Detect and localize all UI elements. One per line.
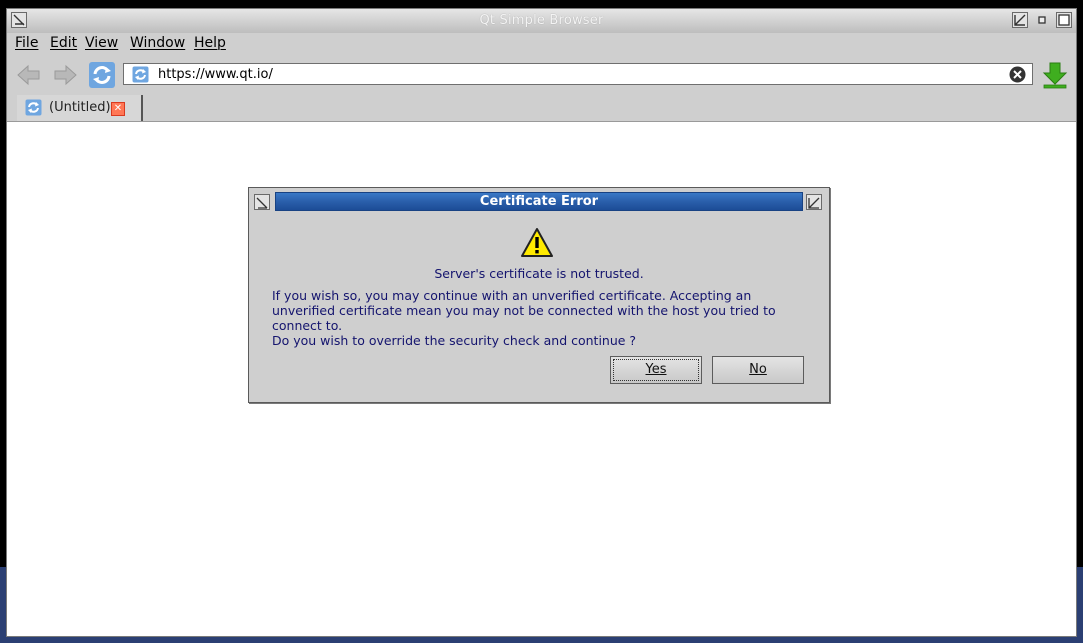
minimize-button[interactable] [1034,12,1050,28]
menu-file[interactable]: File [15,35,38,51]
menu-view[interactable]: View [85,35,118,51]
dialog-heading: Server's certificate is not trusted. [434,266,644,281]
window-titlebar[interactable]: Qt Simple Browser [7,9,1076,34]
back-arrow-icon[interactable] [15,61,43,89]
window-title: Qt Simple Browser [479,13,604,28]
warning-icon [521,228,553,257]
dialog-body-text: If you wish so, you may continue with an… [272,288,776,333]
menu-window[interactable]: Window [130,35,185,51]
dialog-title: Certificate Error [275,192,803,211]
tab-strip: (Untitled) ✕ [7,93,1076,122]
dialog-titlebar[interactable]: Certificate Error [249,188,829,214]
tab-close-icon[interactable]: ✕ [111,102,125,116]
page-reload-icon [132,66,149,83]
clear-url-icon[interactable] [1009,66,1026,83]
dialog-menu-icon [256,197,268,209]
reload-icon[interactable] [88,61,116,89]
no-button[interactable]: No [712,356,804,384]
maximize-button[interactable] [1056,12,1072,28]
menu-edit[interactable]: Edit [50,35,77,51]
yes-button-label: Yes [645,362,667,377]
dialog-menu-button[interactable] [254,194,270,210]
menubar: File Edit View Window Help [7,33,1076,55]
dialog-shade-button[interactable] [806,194,822,210]
navigation-toolbar: https://www.qt.io/ [7,57,1076,91]
shade-icon [1014,14,1026,26]
menu-help[interactable]: Help [194,35,226,51]
forward-arrow-icon[interactable] [51,61,79,89]
shade-button[interactable] [1012,12,1028,28]
no-button-label: No [749,362,767,377]
yes-button[interactable]: Yes [610,356,702,384]
url-input[interactable]: https://www.qt.io/ [158,67,273,82]
maximize-icon [1058,14,1070,26]
download-icon[interactable] [1041,61,1069,89]
dialog-question: Do you wish to override the security che… [272,333,637,348]
url-bar[interactable]: https://www.qt.io/ [123,63,1033,85]
minimize-icon [1038,16,1046,24]
certificate-error-dialog: Certificate Error Server's certificate i… [248,187,830,403]
browser-window: Qt Simple Browser File Edit View Window … [6,8,1077,637]
dialog-shade-icon [808,197,820,209]
tab-loading-icon [25,99,42,116]
tab-untitled[interactable]: (Untitled) ✕ [17,95,143,121]
tab-label: (Untitled) [49,100,111,115]
